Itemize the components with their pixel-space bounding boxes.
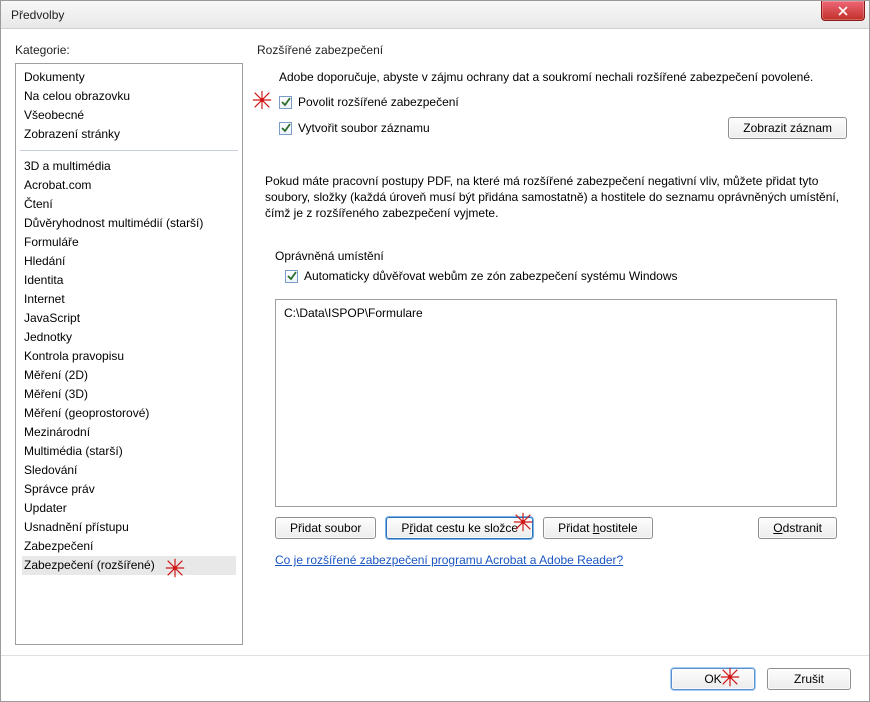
category-item[interactable]: Usnadnění přístupu [22, 518, 236, 537]
category-item[interactable]: Správce práv [22, 480, 236, 499]
dialog-footer: OK Zrušit [1, 655, 869, 701]
category-item[interactable]: Čtení [22, 195, 236, 214]
remove-button[interactable]: Odstranit [758, 517, 837, 539]
create-log-checkbox[interactable] [279, 122, 292, 135]
category-item[interactable]: Všeobecné [22, 106, 236, 125]
category-item[interactable]: Kontrola pravopisu [22, 347, 236, 366]
create-log-label: Vytvořit soubor záznamu [298, 121, 430, 135]
category-list[interactable]: DokumentyNa celou obrazovkuVšeobecnéZobr… [15, 63, 243, 645]
add-host-button[interactable]: Přidat hostitele [543, 517, 652, 539]
add-folder-button[interactable]: Přidat cestu ke složce [386, 517, 533, 539]
close-icon [838, 6, 848, 16]
auto-trust-label: Automaticky důvěřovat webům ze zón zabez… [304, 269, 678, 283]
category-item[interactable]: Zabezpečení (rozšířené) [22, 556, 236, 575]
category-item[interactable]: Důvěryhodnost multimédií (starší) [22, 214, 236, 233]
category-item[interactable]: Na celou obrazovku [22, 87, 236, 106]
auto-trust-checkbox[interactable] [285, 270, 298, 283]
list-item[interactable]: C:\Data\ISPOP\Formulare [284, 306, 828, 320]
category-item[interactable]: 3D a multimédia [22, 157, 236, 176]
add-file-button[interactable]: Přidat soubor [275, 517, 376, 539]
category-label: Kategorie: [15, 43, 243, 57]
category-item[interactable]: Zobrazení stránky [22, 125, 236, 144]
category-item[interactable]: JavaScript [22, 309, 236, 328]
category-item[interactable]: Hledání [22, 252, 236, 271]
privileged-locations-desc: Pokud máte pracovní postupy PDF, na kter… [265, 173, 845, 221]
check-icon [287, 271, 297, 281]
category-item[interactable]: Jednotky [22, 328, 236, 347]
check-icon [281, 97, 291, 107]
category-item[interactable]: Multimédia (starší) [22, 442, 236, 461]
show-log-button[interactable]: Zobrazit záznam [728, 117, 847, 139]
category-item[interactable]: Zabezpečení [22, 537, 236, 556]
category-item[interactable]: Měření (2D) [22, 366, 236, 385]
help-link[interactable]: Co je rozšířené zabezpečení programu Acr… [275, 553, 855, 567]
settings-panel: Rozšířené zabezpečení Adobe doporučuje, … [257, 43, 855, 645]
enable-enhanced-security-checkbox[interactable] [279, 96, 292, 109]
cancel-button[interactable]: Zrušit [767, 668, 851, 690]
titlebar: Předvolby [1, 1, 869, 29]
category-column: Kategorie: DokumentyNa celou obrazovkuVš… [15, 43, 243, 645]
panel-title: Rozšířené zabezpečení [257, 43, 855, 57]
category-item[interactable]: Měření (geoprostorové) [22, 404, 236, 423]
enable-enhanced-security-label: Povolit rozšířené zabezpečení [298, 95, 459, 109]
category-item[interactable]: Sledování [22, 461, 236, 480]
check-icon [281, 123, 291, 133]
panel-intro: Adobe doporučuje, abyste v zájmu ochrany… [279, 69, 839, 85]
close-button[interactable] [821, 1, 865, 21]
locations-buttons: Přidat soubor Přidat cestu ke složce Při… [275, 517, 837, 539]
category-item[interactable]: Acrobat.com [22, 176, 236, 195]
category-item[interactable]: Updater [22, 499, 236, 518]
category-item[interactable]: Měření (3D) [22, 385, 236, 404]
category-item[interactable]: Dokumenty [22, 68, 236, 87]
window-title: Předvolby [11, 8, 64, 22]
locations-listbox[interactable]: C:\Data\ISPOP\Formulare [275, 299, 837, 507]
category-item[interactable]: Internet [22, 290, 236, 309]
category-item[interactable]: Formuláře [22, 233, 236, 252]
category-item[interactable]: Mezinárodní [22, 423, 236, 442]
privileged-locations-title: Oprávněná umístění [275, 249, 855, 263]
dialog-content: Kategorie: DokumentyNa celou obrazovkuVš… [1, 29, 869, 655]
enable-enhanced-security-row: Povolit rozšířené zabezpečení [279, 95, 855, 109]
ok-button[interactable]: OK [671, 668, 755, 690]
category-item[interactable]: Identita [22, 271, 236, 290]
category-separator [20, 150, 238, 151]
